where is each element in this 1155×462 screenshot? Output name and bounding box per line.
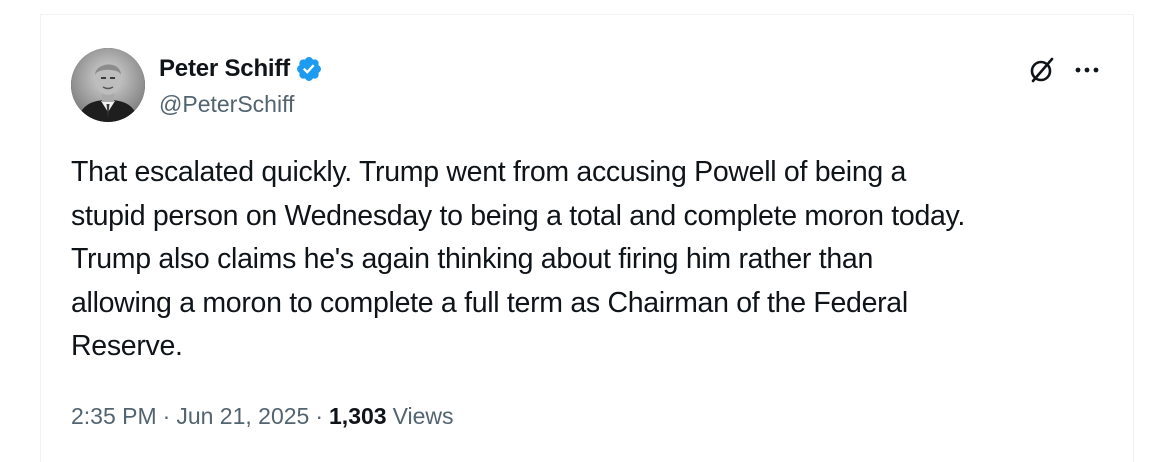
tweet-card: Peter Schiff @PeterSchiff That escalated…	[40, 14, 1134, 462]
tweet-meta: 2:35 PM · Jun 21, 2025 · 1,303 Views	[71, 401, 454, 431]
header-actions	[1027, 55, 1101, 85]
meta-separator: ·	[315, 403, 324, 429]
grok-icon[interactable]	[1027, 55, 1057, 85]
tweet-date[interactable]: Jun 21, 2025	[176, 401, 309, 431]
meta-separator: ·	[162, 403, 171, 429]
views-label[interactable]: Views	[393, 401, 454, 431]
more-options-icon[interactable]	[1073, 56, 1101, 84]
avatar[interactable]	[71, 48, 145, 122]
tweet-time[interactable]: 2:35 PM	[71, 401, 157, 431]
verified-badge-icon[interactable]	[295, 55, 323, 83]
author-name-row: Peter Schiff	[159, 53, 323, 85]
views-count[interactable]: 1,303	[329, 401, 387, 431]
author-display-name[interactable]: Peter Schiff	[159, 53, 290, 85]
tweet-text: That escalated quickly. Trump went from …	[71, 156, 966, 362]
author-handle[interactable]: @PeterSchiff	[159, 89, 294, 119]
